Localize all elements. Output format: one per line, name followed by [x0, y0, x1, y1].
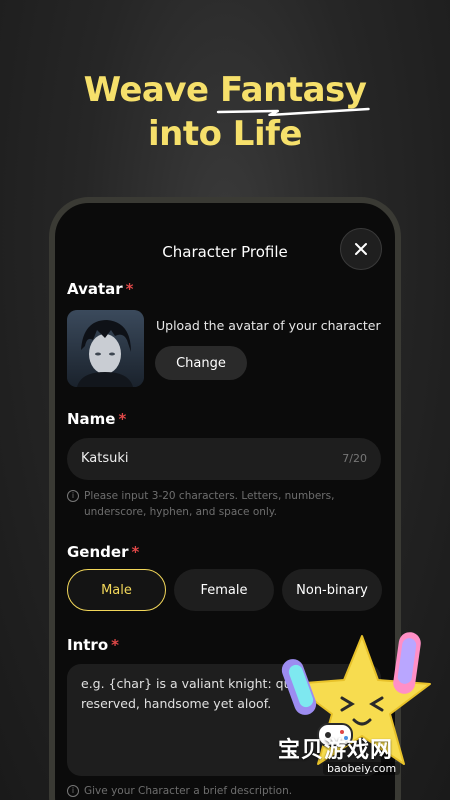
- name-input[interactable]: Katsuki 7/20: [67, 438, 381, 480]
- avatar-label: Avatar *: [67, 280, 134, 298]
- avatar-hint: Upload the avatar of your character: [156, 318, 381, 333]
- required-mark: *: [118, 410, 127, 428]
- close-icon: [355, 243, 367, 255]
- required-mark: *: [111, 636, 119, 654]
- gender-label: Gender *: [67, 543, 139, 561]
- gender-option-male[interactable]: Male: [67, 569, 166, 611]
- watermark-text: 宝贝游戏网: [278, 738, 394, 763]
- name-hint-text: Please input 3-20 characters. Letters, n…: [84, 490, 335, 518]
- info-icon: i: [67, 490, 79, 502]
- watermark-url: baobeiy.com: [323, 762, 401, 775]
- headline: Weave Fantasy into Life: [0, 68, 450, 156]
- headline-emphasis: Fantasy: [216, 68, 370, 116]
- avatar-label-text: Avatar: [67, 280, 123, 298]
- name-char-count: 7/20: [342, 452, 367, 465]
- close-button[interactable]: [340, 228, 382, 270]
- required-mark: *: [131, 543, 140, 561]
- name-hint: i Please input 3-20 characters. Letters,…: [67, 488, 383, 520]
- intro-label: Intro *: [67, 636, 119, 654]
- headline-line-1: Weave Fantasy: [0, 68, 450, 116]
- gender-option-female[interactable]: Female: [174, 569, 274, 611]
- intro-label-text: Intro: [67, 636, 109, 654]
- intro-hint-text: Give your Character a brief description.: [84, 785, 293, 797]
- headline-emphasis-text: Fantasy: [219, 70, 367, 110]
- scribble-underline-icon: [216, 107, 370, 116]
- name-label-text: Name: [67, 410, 116, 428]
- change-avatar-button[interactable]: Change: [155, 346, 247, 380]
- gender-label-text: Gender: [67, 543, 129, 561]
- headline-prefix: Weave: [83, 70, 210, 110]
- info-icon: i: [67, 785, 79, 797]
- gender-option-non-binary[interactable]: Non-binary: [282, 569, 382, 611]
- avatar-portrait-icon: [67, 310, 144, 387]
- required-mark: *: [125, 280, 134, 298]
- name-label: Name *: [67, 410, 126, 428]
- avatar[interactable]: [67, 310, 144, 387]
- headline-line-2: into Life: [148, 114, 302, 154]
- name-value: Katsuki: [81, 451, 129, 466]
